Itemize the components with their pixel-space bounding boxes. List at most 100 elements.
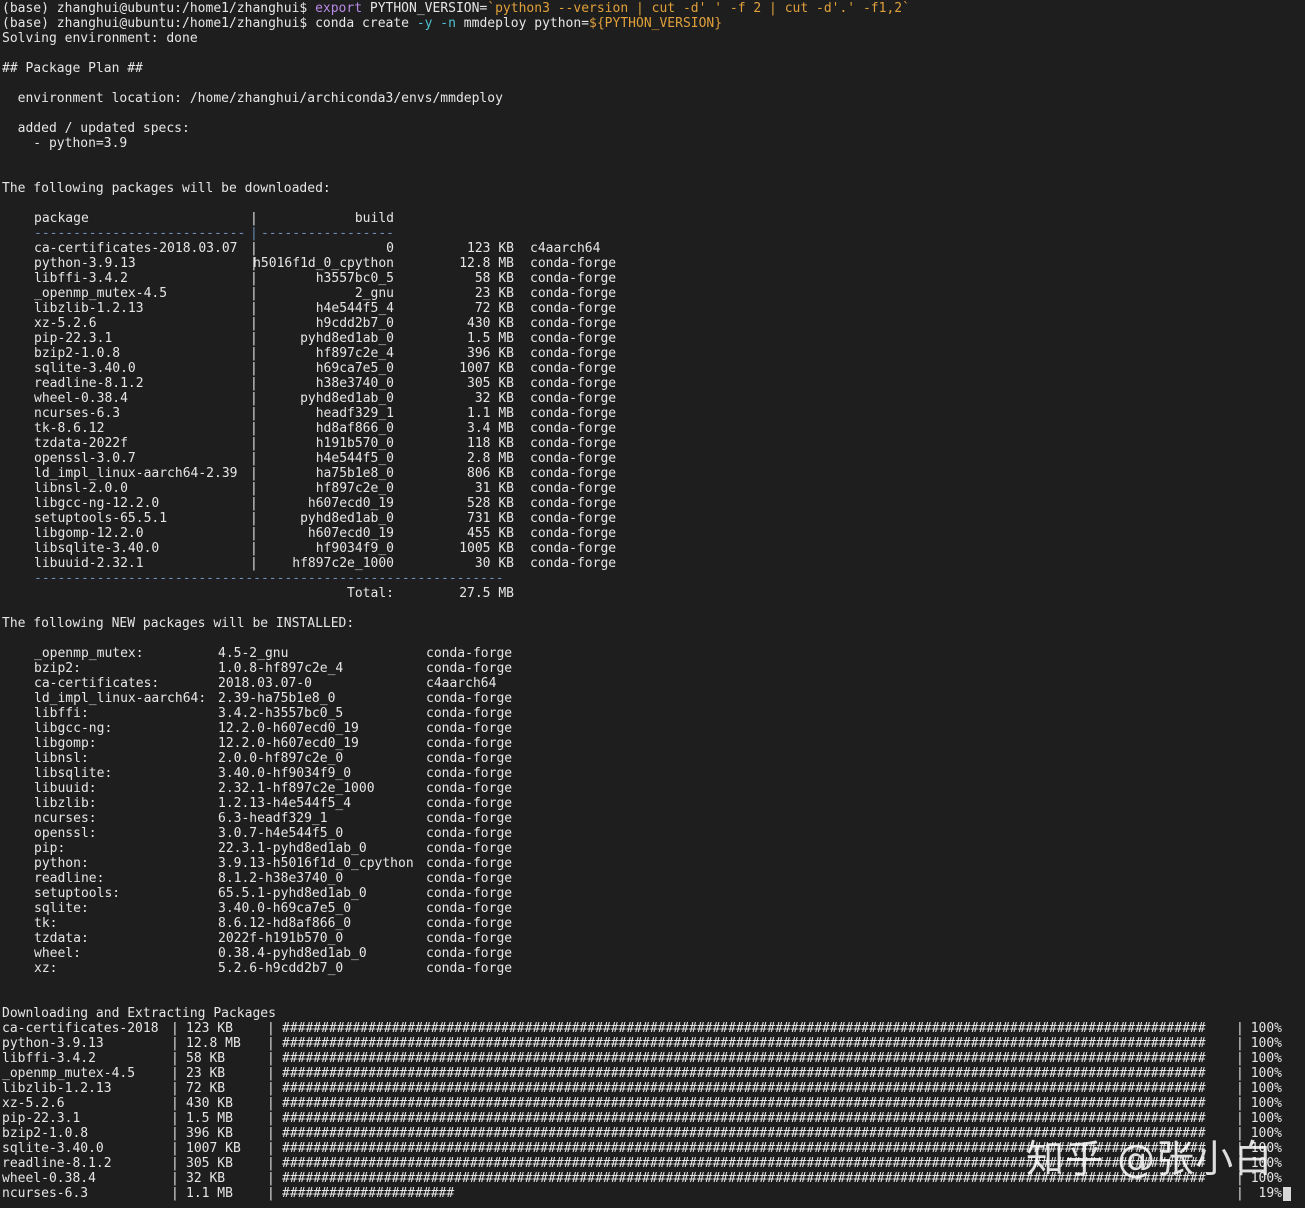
download-package-build: h69ca7e5_0	[315, 361, 394, 376]
install-package-name: _openmp_mutex:	[34, 646, 144, 661]
install-package-channel: conda-forge	[426, 751, 513, 766]
column-divider: |	[250, 526, 258, 541]
terminal-window[interactable]: (base) zhanghui@ubuntu:/home1/zhanghui$ …	[0, 0, 1305, 1208]
install-header-text: The following NEW packages will be INSTA…	[2, 616, 355, 631]
column-divider: |	[1236, 1096, 1244, 1111]
progress-package-name: bzip2-1.0.8	[2, 1126, 89, 1141]
column-divider: |	[1236, 1186, 1244, 1201]
progress-package-size: 1.5 MB	[186, 1111, 233, 1126]
column-divider: |	[171, 1096, 179, 1111]
download-package-channel: conda-forge	[530, 256, 617, 271]
download-package-size: 1.1 MB	[467, 406, 514, 421]
download-package-name: libsqlite-3.40.0	[34, 541, 160, 556]
column-divider: |	[250, 496, 258, 511]
download-package-name: libffi-3.4.2	[34, 271, 128, 286]
install-package-channel: conda-forge	[426, 901, 513, 916]
column-divider: |	[267, 1021, 275, 1036]
column-divider: |	[250, 451, 258, 466]
column-divider: |	[171, 1051, 179, 1066]
download-package-build: h9cdd2b7_0	[315, 316, 394, 331]
install-package-name: libsqlite:	[34, 766, 113, 781]
download-package-name: _openmp_mutex-4.5	[34, 286, 168, 301]
download-package-name: xz-5.2.6	[34, 316, 97, 331]
column-divider: |	[250, 511, 258, 526]
progress-percent: 100%	[1250, 1111, 1282, 1126]
progress-bar: ########################################…	[282, 1021, 1206, 1036]
download-package-channel: conda-forge	[530, 481, 617, 496]
progress-bar: ######################	[282, 1186, 455, 1201]
progress-package-name: ncurses-6.3	[2, 1186, 89, 1201]
command-line: (base) zhanghui@ubuntu:/home1/zhanghui$ …	[2, 1, 910, 16]
install-package-version: 1.0.8-hf897c2e_4	[218, 661, 344, 676]
install-package-channel: conda-forge	[426, 826, 513, 841]
progress-percent: 100%	[1250, 1096, 1282, 1111]
progress-package-size: 1.1 MB	[186, 1186, 233, 1201]
download-package-size: 731 KB	[467, 511, 514, 526]
install-package-name: bzip2:	[34, 661, 81, 676]
install-package-name: tzdata:	[34, 931, 89, 946]
install-package-name: sqlite:	[34, 901, 89, 916]
column-divider: |	[171, 1186, 179, 1201]
install-package-name: libuuid:	[34, 781, 97, 796]
download-package-build: hd8af866_0	[315, 421, 394, 436]
download-package-build: h5016f1d_0_cpython	[253, 256, 394, 271]
total-value: 27.5 MB	[459, 586, 514, 601]
solving-text: Solving environment: done	[2, 31, 198, 46]
env-location: environment location: /home/zhanghui/arc…	[2, 91, 503, 106]
install-package-channel: conda-forge	[426, 841, 513, 856]
download-package-build: hf897c2e_4	[315, 346, 394, 361]
specs-header-text: added / updated specs:	[2, 121, 190, 136]
install-package-channel: c4aarch64	[426, 676, 497, 691]
download-package-channel: conda-forge	[530, 436, 617, 451]
column-divider: |	[267, 1051, 275, 1066]
column-divider: |	[1236, 1021, 1244, 1036]
install-package-name: libffi:	[34, 706, 89, 721]
column-divider: |	[250, 436, 258, 451]
download-package-channel: conda-forge	[530, 271, 617, 286]
install-package-name: wheel:	[34, 946, 81, 961]
download-package-channel: conda-forge	[530, 541, 617, 556]
progress-package-size: 72 KB	[186, 1081, 226, 1096]
progress-package-size: 1007 KB	[186, 1141, 241, 1156]
download-package-build: hf897c2e_0	[315, 481, 394, 496]
download-package-size: 3.4 MB	[467, 421, 514, 436]
install-package-name: ca-certificates:	[34, 676, 160, 691]
install-package-channel: conda-forge	[426, 646, 513, 661]
command-segment: (base) zhanghui@ubuntu:/home1/zhanghui$	[2, 1, 316, 16]
column-divider: |	[1236, 1111, 1244, 1126]
progress-package-size: 12.8 MB	[186, 1036, 241, 1051]
install-package-version: 2022f-h191b570_0	[218, 931, 344, 946]
column-divider: |	[267, 1081, 275, 1096]
column-divider: |	[267, 1156, 275, 1171]
install-package-channel: conda-forge	[426, 871, 513, 886]
download-package-build: pyhd8ed1ab_0	[300, 331, 394, 346]
install-header: The following NEW packages will be INSTA…	[2, 616, 354, 631]
progress-package-name: libzlib-1.2.13	[2, 1081, 112, 1096]
command-segment: PYTHON_VERSION=	[369, 1, 488, 16]
column-divider: |	[171, 1036, 179, 1051]
column-divider: |	[250, 376, 258, 391]
install-package-name: python:	[34, 856, 89, 871]
column-divider: |	[171, 1066, 179, 1081]
spec-item: - python=3.9	[2, 136, 127, 151]
column-divider: |	[1236, 1036, 1244, 1051]
install-package-channel: conda-forge	[426, 661, 513, 676]
column-divider: |	[267, 1066, 275, 1081]
install-package-channel: conda-forge	[426, 811, 513, 826]
download-package-channel: conda-forge	[530, 511, 617, 526]
download-package-build: h3557bc0_5	[315, 271, 394, 286]
spec-text: - python=3.9	[2, 136, 128, 151]
install-package-version: 3.40.0-h69ca7e5_0	[218, 901, 352, 916]
install-package-channel: conda-forge	[426, 781, 513, 796]
progress-bar: ########################################…	[282, 1066, 1206, 1081]
table-separator: ---------------------------	[34, 226, 246, 241]
download-package-size: 30 KB	[474, 556, 514, 571]
download-package-size: 58 KB	[474, 271, 514, 286]
progress-percent: 100%	[1250, 1066, 1282, 1081]
download-package-size: 528 KB	[467, 496, 514, 511]
download-package-channel: conda-forge	[530, 346, 617, 361]
download-package-channel: conda-forge	[530, 466, 617, 481]
download-package-name: ca-certificates-2018.03.07	[34, 241, 238, 256]
progress-percent: 100%	[1250, 1051, 1282, 1066]
download-package-name: libnsl-2.0.0	[34, 481, 128, 496]
